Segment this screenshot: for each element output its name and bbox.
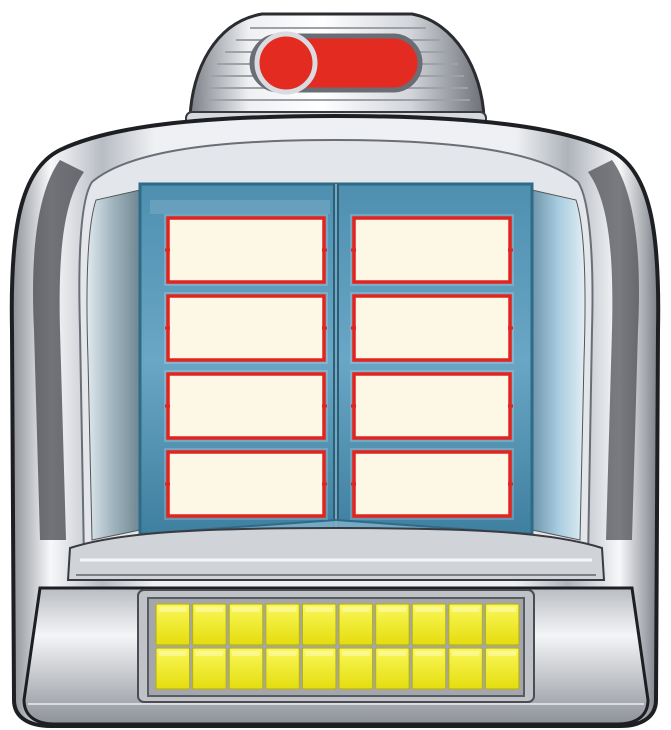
- title-strip-card[interactable]: [350, 214, 514, 286]
- selector-key[interactable]: [484, 603, 520, 646]
- selector-key[interactable]: [301, 603, 337, 646]
- wallbox-jukebox: [0, 0, 671, 730]
- title-strip-card[interactable]: [164, 370, 328, 442]
- selector-key[interactable]: [375, 603, 410, 646]
- lower-bezel: [66, 526, 606, 581]
- selector-key[interactable]: [301, 647, 337, 690]
- title-strip-card[interactable]: [350, 292, 514, 364]
- selector-key[interactable]: [338, 603, 374, 646]
- title-strip-card[interactable]: [350, 370, 514, 442]
- title-strip-card[interactable]: [164, 214, 328, 286]
- selector-key[interactable]: [265, 603, 300, 646]
- selector-key[interactable]: [228, 647, 264, 690]
- red-lens-knob: [254, 31, 318, 95]
- selector-key[interactable]: [411, 603, 447, 646]
- title-strip-card[interactable]: [164, 292, 328, 364]
- title-strip-card[interactable]: [350, 448, 514, 520]
- jukebox-illustration: [9, 12, 661, 728]
- title-strip-card[interactable]: [164, 448, 328, 520]
- selector-key[interactable]: [228, 603, 264, 646]
- selector-key[interactable]: [375, 647, 410, 690]
- selector-key[interactable]: [155, 603, 191, 646]
- selector-key[interactable]: [484, 647, 520, 690]
- selector-key[interactable]: [192, 603, 227, 646]
- selector-key[interactable]: [448, 647, 483, 690]
- selector-key[interactable]: [192, 647, 227, 690]
- selector-key[interactable]: [265, 647, 300, 690]
- top-dome: [185, 12, 487, 131]
- selector-key[interactable]: [155, 647, 191, 690]
- selector-key[interactable]: [448, 603, 483, 646]
- selector-key[interactable]: [411, 647, 447, 690]
- selector-key[interactable]: [338, 647, 374, 690]
